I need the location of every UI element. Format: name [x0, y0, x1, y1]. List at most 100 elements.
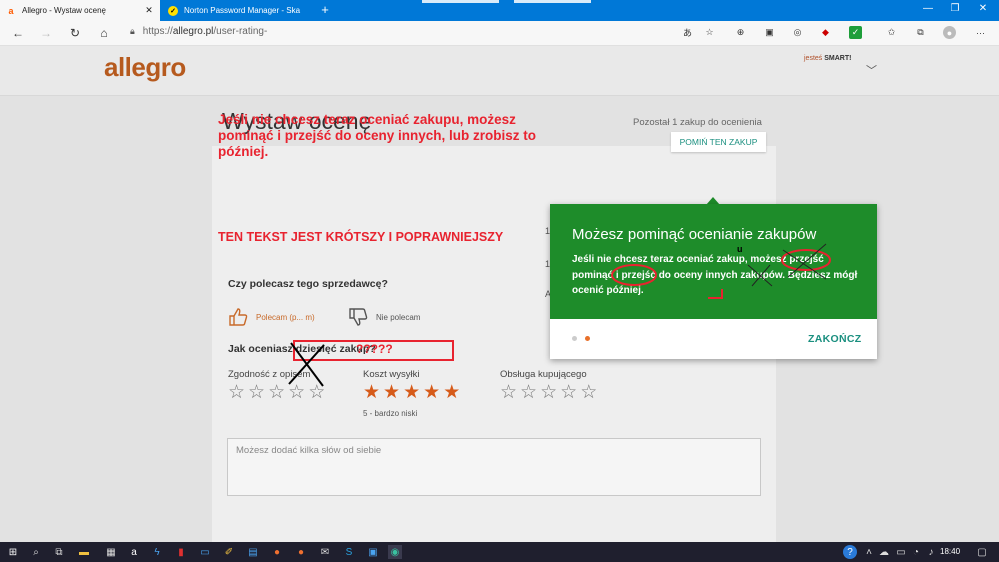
rating-label: Zgodność z opisem: [228, 369, 311, 380]
office-icon[interactable]: ▮: [174, 545, 188, 559]
taskbar-app-icon[interactable]: ✉: [318, 545, 332, 559]
extension-icon[interactable]: ▣: [763, 26, 776, 39]
star-icon[interactable]: ☆: [248, 383, 265, 403]
star-icon[interactable]: ☆: [520, 383, 537, 403]
star-icon[interactable]: ☆: [288, 383, 305, 403]
smart-label: SMART!: [824, 55, 852, 62]
extension-shield-icon[interactable]: ◆: [819, 26, 832, 39]
back-icon[interactable]: ←: [10, 26, 26, 40]
firefox-icon[interactable]: ●: [270, 545, 284, 559]
thumbs-up-icon: [229, 308, 248, 326]
home-icon[interactable]: ⌂: [96, 26, 112, 40]
lock-icon: 🔒︎: [130, 26, 135, 36]
volume-icon[interactable]: ♪: [924, 545, 938, 559]
favorites-icon[interactable]: ✩: [885, 26, 898, 39]
star-rating[interactable]: ★ ★ ★ ★ ★: [363, 383, 460, 403]
recommend-no-option[interactable]: Nie polecam: [348, 308, 420, 326]
star-rating[interactable]: ☆ ☆ ☆ ☆ ☆: [228, 383, 325, 403]
popup-title: Możesz pominąć ocenianie zakupów: [572, 226, 817, 243]
pagination-dot-active[interactable]: [585, 336, 590, 341]
forward-icon[interactable]: →: [38, 26, 54, 40]
tab-allegro[interactable]: a Allegro - Wystaw ocenę ✕: [0, 0, 160, 21]
windows-taskbar: ⊞ ⌕ ⧉ ▬ ▦ a ϟ ▮ ▭ ✐ ▤ ● ● ✉ S ▣ ◉ ? ˄ ☁ …: [0, 542, 999, 562]
file-explorer-icon[interactable]: ▬: [77, 545, 91, 559]
profile-avatar-icon[interactable]: ●: [943, 26, 956, 39]
taskbar-app-icon[interactable]: ▣: [366, 545, 380, 559]
taskbar-app-icon[interactable]: ▭: [198, 545, 212, 559]
onedrive-icon[interactable]: ☁: [877, 545, 891, 559]
extension-icon[interactable]: ◎: [791, 26, 804, 39]
firefox-icon[interactable]: ●: [294, 545, 308, 559]
rating-service-column: Obsługa kupującego ☆ ☆ ☆ ☆ ☆: [500, 369, 597, 409]
taskbar-app-icon[interactable]: ✐: [222, 545, 236, 559]
zoom-icon[interactable]: ⊕: [734, 26, 747, 39]
battery-icon[interactable]: ▭: [894, 545, 908, 559]
star-icon[interactable]: ☆: [228, 383, 245, 403]
star-icon[interactable]: ☆: [560, 383, 577, 403]
translate-icon[interactable]: あ: [681, 26, 694, 39]
search-icon[interactable]: ⌕: [29, 545, 43, 559]
taskbar-app-icon[interactable]: ▤: [246, 545, 260, 559]
comment-textarea[interactable]: Możesz dodać kilka słów od siebie: [227, 438, 761, 496]
site-header: allegro jesteś SMART! ﹀: [0, 46, 999, 96]
amazon-icon[interactable]: a: [127, 545, 141, 559]
collections-icon[interactable]: ⧉: [914, 26, 927, 39]
favorite-star-icon[interactable]: ☆: [703, 26, 716, 39]
recommend-yes-label: Polecam (p... m): [256, 312, 315, 322]
finish-button[interactable]: ZAKOŃCZ: [808, 333, 861, 345]
smart-prefix: jesteś: [804, 55, 825, 62]
norton-favicon-icon: ✓: [168, 5, 178, 16]
address-bar[interactable]: 🔒︎ https://allegro.pl/user-rating-: [130, 26, 267, 37]
taskbar-app-icon[interactable]: ϟ: [150, 545, 164, 559]
more-menu-icon[interactable]: ···: [974, 26, 987, 39]
smart-badge[interactable]: jesteś SMART!: [804, 55, 851, 62]
wifi-icon[interactable]: ◔: [909, 545, 923, 559]
rating-sub: 5 - bardzo niski: [363, 409, 418, 418]
rating-label: Obsługa kupującego: [500, 369, 587, 380]
skip-purchase-button[interactable]: POMIŃ TEN ZAKUP: [671, 132, 766, 152]
remaining-count: Pozostał 1 zakup do ocenienia: [633, 117, 762, 128]
pagination-dot[interactable]: [572, 336, 577, 341]
star-icon[interactable]: ★: [383, 383, 400, 403]
maximize-icon[interactable]: ❐: [948, 3, 962, 14]
chevron-up-icon[interactable]: ˄: [862, 545, 876, 559]
star-icon[interactable]: ★: [363, 383, 380, 403]
rating-shipping-column: Koszt wysyłki ★ ★ ★ ★ ★ 5 - bardzo niski: [363, 369, 460, 418]
close-tab-icon[interactable]: ✕: [144, 5, 154, 16]
skype-icon[interactable]: S: [342, 545, 356, 559]
star-icon[interactable]: ☆: [500, 383, 517, 403]
star-icon[interactable]: ★: [403, 383, 420, 403]
notifications-icon[interactable]: ▢: [975, 545, 989, 559]
extension-check-icon[interactable]: ✓: [849, 26, 862, 39]
star-icon[interactable]: ☆: [580, 383, 597, 403]
clock: 18:40: [940, 547, 961, 556]
star-icon[interactable]: ☆: [268, 383, 285, 403]
edge-icon[interactable]: ◉: [388, 545, 402, 559]
tab-title: Norton Password Manager - Ska: [184, 6, 301, 15]
recommend-yes-option[interactable]: Polecam (p... m): [228, 308, 315, 326]
close-window-icon[interactable]: ✕: [976, 3, 990, 14]
star-icon[interactable]: ★: [443, 383, 460, 403]
star-icon[interactable]: ★: [423, 383, 440, 403]
star-icon[interactable]: ☆: [540, 383, 557, 403]
task-view-icon[interactable]: ⧉: [52, 545, 66, 559]
minimize-icon[interactable]: —: [921, 3, 935, 14]
windows-start-icon[interactable]: ⊞: [6, 545, 20, 559]
annotation-question-marks: ?????: [356, 342, 393, 356]
new-tab-button[interactable]: +: [318, 2, 332, 17]
popup-body: Jeśli nie chcesz teraz oceniać zakup, mo…: [572, 254, 858, 296]
url-path: /user-rating-: [213, 26, 268, 37]
recommend-question: Czy polecasz tego sprzedawcę?: [228, 278, 388, 290]
star-rating[interactable]: ☆ ☆ ☆ ☆ ☆: [500, 383, 597, 403]
star-icon[interactable]: ☆: [308, 383, 325, 403]
chevron-down-icon[interactable]: ﹀: [866, 62, 877, 78]
rating-description-column: Zgodność z opisem ☆ ☆ ☆ ☆ ☆: [228, 369, 325, 409]
allegro-logo[interactable]: allegro: [104, 52, 186, 83]
screen: a Allegro - Wystaw ocenę ✕ ✓ Norton Pass…: [0, 0, 999, 562]
annotation-note: TEN TEKST JEST KRÓTSZY I POPRAWNIEJSZY: [218, 230, 504, 244]
tab-norton[interactable]: ✓ Norton Password Manager - Ska: [162, 0, 310, 21]
taskbar-app-icon[interactable]: ▦: [104, 545, 118, 559]
refresh-icon[interactable]: ↻: [67, 26, 83, 40]
tab-stripe: [422, 0, 499, 3]
help-icon[interactable]: ?: [843, 545, 857, 559]
